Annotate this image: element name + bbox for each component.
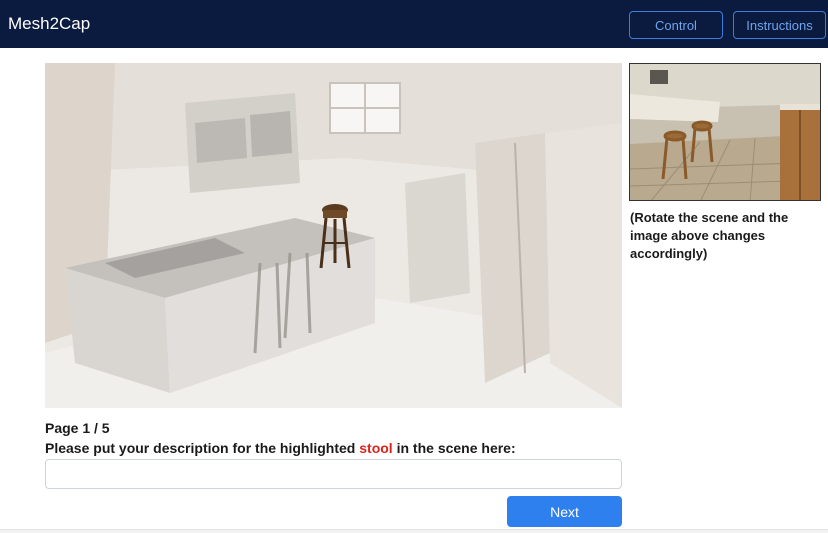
highlighted-object-name: stool: [359, 440, 393, 456]
description-input[interactable]: [45, 459, 622, 489]
instructions-button[interactable]: Instructions: [733, 11, 826, 39]
top-navbar: Mesh2Cap Control Instructions: [0, 0, 828, 48]
prompt-text-before: Please put your description for the high…: [45, 440, 360, 456]
rotate-instruction-note: (Rotate the scene and the image above ch…: [630, 210, 789, 261]
scene-render: [45, 63, 622, 408]
camera-preview-image: [629, 63, 821, 201]
brand-title: Mesh2Cap: [8, 14, 91, 33]
prompt-text-after: in the scene here:: [392, 440, 516, 456]
next-button[interactable]: Next: [507, 496, 622, 527]
kitchen-photo: [630, 64, 820, 200]
description-prompt: Please put your description for the high…: [45, 440, 516, 456]
3d-scene-viewer[interactable]: [45, 63, 622, 408]
page-indicator: Page 1 / 5: [45, 420, 110, 436]
bottom-edge-bar: [0, 529, 828, 533]
control-button[interactable]: Control: [629, 11, 723, 39]
